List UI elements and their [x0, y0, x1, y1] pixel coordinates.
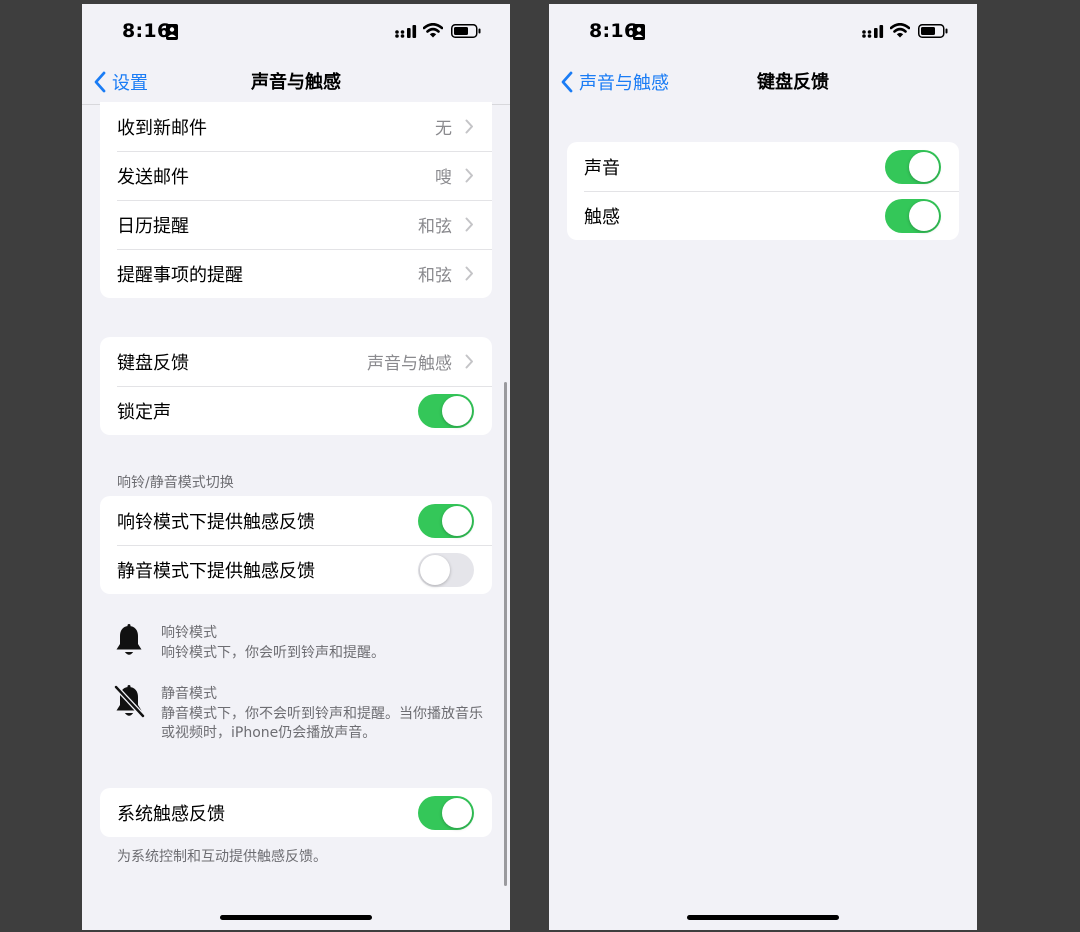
system-haptics-footer: 为系统控制和互动提供触感反馈。	[117, 849, 327, 865]
row-label: 收到新邮件	[117, 117, 207, 139]
keyboard-lock-group: 键盘反馈 声音与触感 锁定声	[100, 337, 492, 435]
lock-sound-toggle[interactable]	[418, 393, 474, 428]
mode-title: 静音模式	[161, 686, 217, 702]
toggle-knob	[442, 797, 472, 828]
keyboard-haptics-toggle[interactable]	[885, 198, 941, 233]
row-reminder-alerts[interactable]: 提醒事项的提醒 和弦	[100, 249, 492, 298]
wifi-icon	[423, 23, 443, 38]
row-label: 静音模式下提供触感反馈	[117, 560, 315, 582]
chevron-right-icon	[465, 168, 473, 183]
person-badge-icon	[633, 24, 645, 40]
row-label: 发送邮件	[117, 166, 189, 188]
battery-icon	[451, 24, 481, 38]
system-haptics-group: 系统触感反馈	[100, 788, 492, 837]
row-value: 无	[435, 119, 452, 139]
bell-slash-icon	[113, 685, 146, 719]
bell-icon	[116, 624, 142, 655]
row-silent-haptics: 静音模式下提供触感反馈	[100, 545, 492, 594]
system-haptics-toggle[interactable]	[418, 795, 474, 830]
chevron-left-icon	[561, 71, 573, 93]
toggle-knob	[909, 200, 939, 231]
status-time: 8:16	[122, 20, 171, 42]
toggle-knob	[442, 505, 472, 536]
cellular-signal-icon	[395, 25, 417, 38]
row-label: 系统触感反馈	[117, 803, 225, 825]
person-badge-icon	[166, 24, 178, 40]
chevron-right-icon	[465, 119, 473, 134]
row-label: 提醒事项的提醒	[117, 264, 243, 286]
toggle-knob	[442, 395, 472, 426]
row-value: 声音与触感	[367, 354, 452, 374]
keyboard-sound-toggle[interactable]	[885, 149, 941, 184]
chevron-right-icon	[465, 217, 473, 232]
row-label: 锁定声	[117, 401, 171, 423]
navigation-bar: 设置 声音与触感	[82, 60, 510, 105]
mode-description: 响铃模式下，你会听到铃声和提醒。	[161, 645, 385, 661]
section-header-ring-silent: 响铃/静音模式切换	[117, 475, 234, 491]
row-value: 和弦	[418, 217, 452, 237]
status-bar: 8:16	[549, 4, 977, 60]
home-indicator[interactable]	[687, 915, 839, 920]
row-calendar-alerts[interactable]: 日历提醒 和弦	[100, 200, 492, 249]
row-lock-sound: 锁定声	[100, 386, 492, 435]
phone-screen-sound-haptics: 8:16 设置 声音与触感 收到新邮件 无 发送邮件 嗖 日历提醒 和弦 提醒事…	[82, 4, 510, 930]
wifi-icon	[890, 23, 910, 38]
row-value: 和弦	[418, 266, 452, 286]
row-keyboard-haptics: 触感	[567, 191, 959, 240]
status-bar: 8:16	[82, 4, 510, 60]
silent-haptics-toggle[interactable]	[418, 552, 474, 587]
chevron-right-icon	[465, 266, 473, 281]
row-value: 嗖	[435, 168, 452, 188]
navigation-bar: 声音与触感 键盘反馈	[549, 60, 977, 104]
row-keyboard-sound: 声音	[567, 142, 959, 191]
chevron-right-icon	[465, 354, 473, 369]
toggle-knob	[909, 151, 939, 182]
home-indicator[interactable]	[220, 915, 372, 920]
row-sent-mail[interactable]: 发送邮件 嗖	[100, 151, 492, 200]
phone-screen-keyboard-feedback: 8:16 声音与触感 键盘反馈 声音 触感	[549, 4, 977, 930]
battery-icon	[918, 24, 948, 38]
page-title: 键盘反馈	[757, 72, 829, 93]
toggle-knob	[420, 554, 450, 585]
row-new-mail[interactable]: 收到新邮件 无	[100, 102, 492, 151]
row-ring-haptics: 响铃模式下提供触感反馈	[100, 496, 492, 545]
ring-haptics-toggle[interactable]	[418, 503, 474, 538]
mode-ring: 响铃模式 响铃模式下，你会听到铃声和提醒。	[112, 622, 492, 672]
mode-description: 静音模式下，你不会听到铃声和提醒。当你播放音乐或视频时，iPhone仍会播放声音…	[161, 706, 483, 741]
mode-title: 响铃模式	[161, 625, 217, 641]
page-title: 声音与触感	[251, 72, 341, 93]
row-label: 键盘反馈	[117, 352, 189, 374]
row-label: 声音	[584, 157, 620, 179]
row-system-haptics: 系统触感反馈	[100, 788, 492, 837]
mode-silent: 静音模式 静音模式下，你不会听到铃声和提醒。当你播放音乐或视频时，iPhone仍…	[112, 683, 492, 753]
row-label: 日历提醒	[117, 215, 189, 237]
scroll-indicator[interactable]	[504, 382, 507, 886]
keyboard-feedback-group: 声音 触感	[567, 142, 959, 240]
row-keyboard-feedback[interactable]: 键盘反馈 声音与触感	[100, 337, 492, 386]
row-label: 响铃模式下提供触感反馈	[117, 511, 315, 533]
ring-silent-group: 响铃模式下提供触感反馈 静音模式下提供触感反馈	[100, 496, 492, 594]
row-label: 触感	[584, 206, 620, 228]
cellular-signal-icon	[862, 25, 884, 38]
status-time: 8:16	[589, 20, 638, 42]
alert-sounds-list: 收到新邮件 无 发送邮件 嗖 日历提醒 和弦 提醒事项的提醒 和弦	[100, 102, 492, 298]
